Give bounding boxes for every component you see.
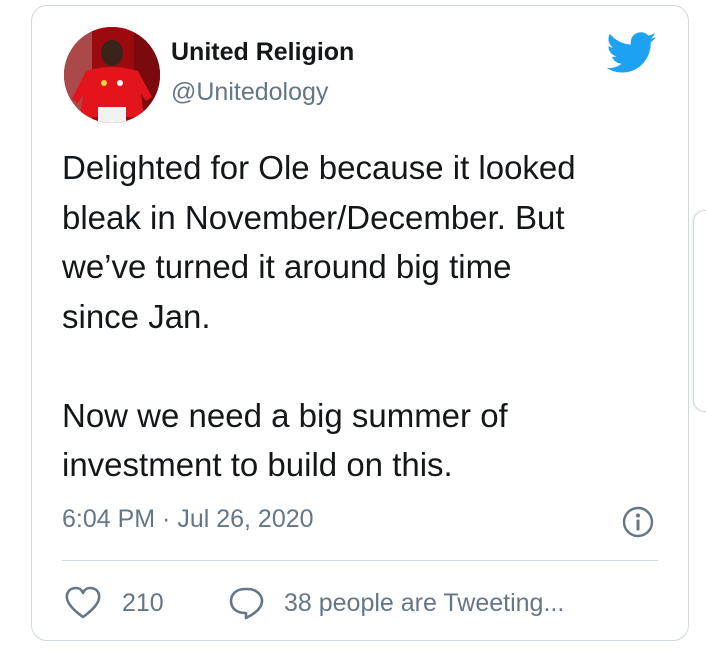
twitter-bird-icon[interactable] <box>606 32 658 74</box>
info-icon[interactable] <box>622 506 654 538</box>
like-button[interactable]: 210 <box>64 583 164 623</box>
tweet-line: bleak in November/December. But <box>62 198 565 236</box>
tweet-paragraph-1: Delighted for Ole because it looked blea… <box>62 143 662 341</box>
reply-label: 38 people are Tweeting... <box>284 588 565 617</box>
tweet-line: Delighted for Ole because it looked <box>62 149 576 186</box>
tweet-line: Now we need a big summer of <box>62 396 508 434</box>
like-count: 210 <box>122 588 164 617</box>
speech-bubble-icon <box>229 587 264 620</box>
heart-icon <box>65 586 101 619</box>
screen: United Religion @Unitedology Delighted f… <box>0 0 706 657</box>
display-name[interactable]: United Religion <box>171 38 354 67</box>
divider <box>62 560 658 561</box>
side-panel-edge <box>693 210 706 412</box>
tweet-line: investment to build on this. <box>62 446 453 483</box>
tweet-paragraph-2: Now we need a big summer of investment t… <box>62 391 662 490</box>
tweet-text: Delighted for Ole because it looked blea… <box>62 143 662 490</box>
tweet-line: we’ve turned it around big time <box>62 248 512 285</box>
reply-conversation-button[interactable]: 38 people are Tweeting... <box>228 583 564 623</box>
avatar[interactable] <box>64 27 160 123</box>
tweet-timestamp[interactable]: 6:04 PM · Jul 26, 2020 <box>62 505 314 534</box>
user-handle[interactable]: @Unitedology <box>171 78 328 107</box>
tweet-line: since Jan. <box>62 297 211 335</box>
